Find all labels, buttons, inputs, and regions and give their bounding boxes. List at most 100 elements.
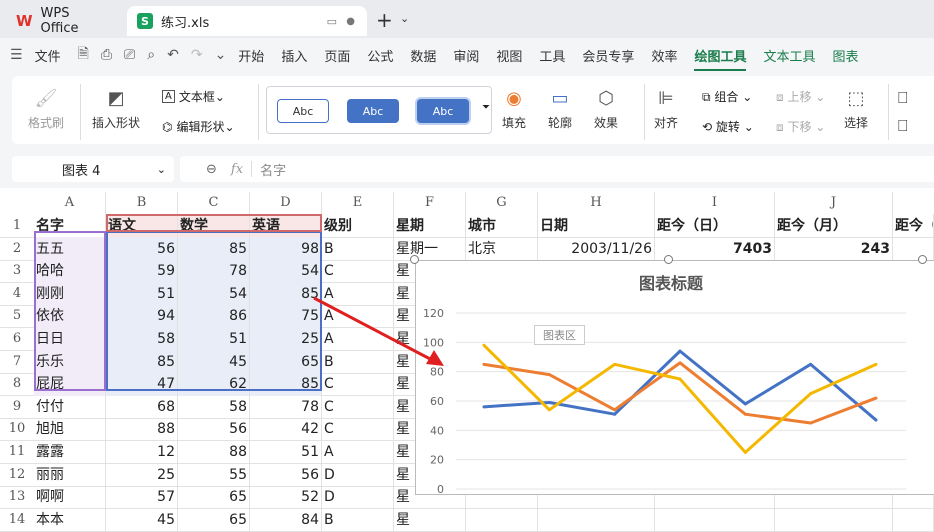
cell[interactable]: 54 <box>178 281 250 306</box>
cell[interactable]: 85 <box>178 236 250 261</box>
row-number[interactable]: 10 <box>0 417 34 441</box>
fx-icon[interactable]: fx <box>231 162 243 177</box>
cell[interactable]: C <box>322 417 394 442</box>
column-header-I[interactable]: I <box>655 192 775 214</box>
menu-item-3[interactable]: 公式 <box>367 46 393 65</box>
column-header-B[interactable]: B <box>106 192 178 214</box>
cell[interactable] <box>775 507 893 532</box>
fill-button[interactable]: ◉ 填充 <box>502 86 526 131</box>
cell[interactable]: 乐乐 <box>34 349 106 374</box>
row-number[interactable]: 1 <box>0 214 34 238</box>
data-point[interactable] <box>678 349 682 353</box>
cell[interactable]: 84 <box>250 507 322 532</box>
cell[interactable]: 88 <box>106 417 178 442</box>
cell[interactable]: 58 <box>106 327 178 351</box>
cell[interactable]: 12 <box>106 440 178 464</box>
menu-item-2[interactable]: 页面 <box>324 46 350 65</box>
data-point[interactable] <box>678 361 682 365</box>
outline-button[interactable]: ▭ 轮廓 <box>548 86 572 131</box>
cell[interactable]: 98 <box>250 236 322 261</box>
style-filled-shadow[interactable]: Abc <box>417 99 469 123</box>
column-header-E[interactable]: E <box>322 192 394 214</box>
chart-resize-handle[interactable] <box>918 255 927 264</box>
cell[interactable]: A <box>322 304 394 329</box>
menu-drawing-tools[interactable]: 绘图工具 <box>694 46 747 71</box>
name-box[interactable]: 图表 4 ⌄ <box>12 156 174 182</box>
data-point[interactable] <box>547 400 551 404</box>
cell[interactable]: 65 <box>250 349 322 374</box>
row-number[interactable]: 11 <box>0 440 34 464</box>
data-point[interactable] <box>743 450 747 454</box>
cell[interactable]: 68 <box>106 394 178 419</box>
cell[interactable]: 47 <box>106 372 178 397</box>
cell[interactable]: 城市 <box>466 214 538 238</box>
cell[interactable]: 星 <box>394 507 466 532</box>
series-line-2[interactable] <box>482 344 877 454</box>
align-button[interactable]: ⊫ 对齐 <box>654 86 678 131</box>
column-header-C[interactable]: C <box>178 192 250 214</box>
cell[interactable]: 45 <box>178 349 250 374</box>
send-down-button[interactable]: ⧈ 下移 ⌄ <box>776 118 825 135</box>
column-header-H[interactable]: H <box>538 192 655 214</box>
cell[interactable]: 丽丽 <box>34 462 106 487</box>
cell[interactable]: 付付 <box>34 394 106 419</box>
print-icon[interactable]: ⎚ <box>124 47 135 63</box>
cell[interactable]: 78 <box>178 259 250 284</box>
cell[interactable]: 86 <box>178 304 250 329</box>
cell[interactable]: 51 <box>250 440 322 464</box>
data-point[interactable] <box>809 362 813 366</box>
data-point[interactable] <box>613 408 617 412</box>
width-icon[interactable]: ⎕ <box>898 116 908 136</box>
gallery-more-icon[interactable]: ⏷ <box>482 102 490 113</box>
cell[interactable]: C <box>322 372 394 397</box>
data-point[interactable] <box>874 362 878 366</box>
cell[interactable]: 58 <box>178 394 250 419</box>
column-header-D[interactable]: D <box>250 192 322 214</box>
data-point[interactable] <box>874 418 878 422</box>
cell[interactable]: 65 <box>178 507 250 532</box>
cell[interactable]: 名字 <box>34 214 106 238</box>
cell[interactable]: 85 <box>250 372 322 397</box>
undo-icon[interactable]: ↶ <box>167 47 179 63</box>
cell[interactable]: D <box>322 462 394 487</box>
group-button[interactable]: ⧉ 组合 ⌄ <box>702 88 752 105</box>
style-outline[interactable]: Abc <box>277 99 329 123</box>
cell[interactable]: 78 <box>250 394 322 419</box>
data-point[interactable] <box>743 412 747 416</box>
menu-item-0[interactable]: 开始 <box>238 46 264 65</box>
cell[interactable]: 55 <box>178 462 250 487</box>
menu-item-1[interactable]: 插入 <box>281 46 307 65</box>
cell[interactable]: 数学 <box>178 214 250 238</box>
bring-up-button[interactable]: ⧈ 上移 ⌄ <box>776 88 825 105</box>
formula-input[interactable]: ⊖ fx 名字 <box>180 156 934 182</box>
cell[interactable]: 旭旭 <box>34 417 106 442</box>
cell[interactable]: 25 <box>106 462 178 487</box>
cell[interactable]: 刚刚 <box>34 281 106 306</box>
cell[interactable]: A <box>322 281 394 306</box>
cell[interactable]: 日日 <box>34 327 106 351</box>
cell[interactable]: 25 <box>250 327 322 351</box>
cell[interactable]: 语文 <box>106 214 178 238</box>
menu-item-6[interactable]: 视图 <box>496 46 522 65</box>
row-number[interactable]: 14 <box>0 508 34 532</box>
column-header-G[interactable]: G <box>466 192 538 214</box>
cell[interactable]: 北京 <box>466 236 538 261</box>
row-number[interactable]: 7 <box>0 350 34 374</box>
cell[interactable]: 85 <box>250 281 322 306</box>
cell[interactable]: 56 <box>250 462 322 487</box>
insert-shape-button[interactable]: ◩ 插入形状 <box>92 86 140 131</box>
cell[interactable]: 星期一 <box>394 236 466 261</box>
cell[interactable]: 星期 <box>394 214 466 238</box>
cell[interactable]: 85 <box>106 349 178 374</box>
cell[interactable]: 7403 <box>655 236 775 261</box>
more-chevron-icon[interactable]: ⌄ <box>215 47 227 63</box>
height-icon[interactable]: ⎕ <box>898 88 908 108</box>
window-icon[interactable]: ▭ <box>327 15 337 28</box>
cell[interactable]: 距今（月） <box>775 214 893 238</box>
cell[interactable]: A <box>322 440 394 464</box>
row-number[interactable]: 12 <box>0 463 34 487</box>
cell[interactable] <box>538 507 655 532</box>
zoom-icon[interactable]: ⊖ <box>206 162 217 177</box>
column-header-F[interactable]: F <box>394 192 466 214</box>
cell[interactable]: B <box>322 507 394 532</box>
